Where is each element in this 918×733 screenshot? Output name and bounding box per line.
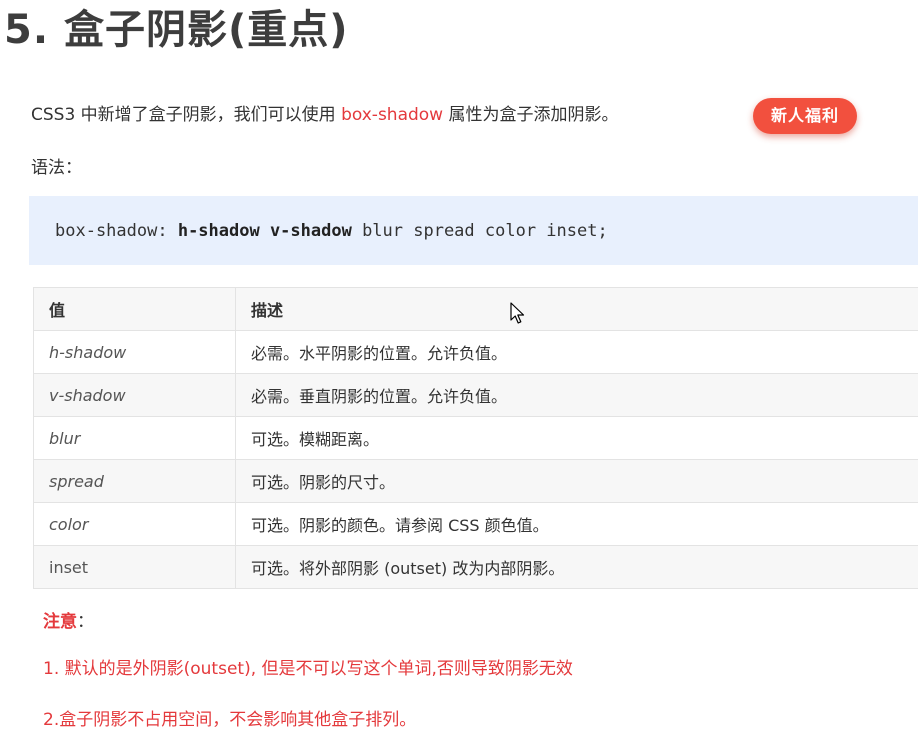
note-label-text: 注意 — [43, 612, 77, 632]
table-row: v-shadow 必需。垂直阴影的位置。允许负值。 — [33, 373, 918, 417]
row-description: 必需。水平阴影的位置。允许负值。 — [235, 330, 918, 374]
table-row: color 可选。阴影的颜色。请参阅 CSS 颜色值。 — [33, 502, 918, 546]
code-line: box-shadow: h-shadow v-shadow blur sprea… — [55, 218, 608, 244]
row-description: 可选。模糊距离。 — [235, 416, 918, 460]
table-row: spread 可选。阴影的尺寸。 — [33, 459, 918, 503]
table-row: blur 可选。模糊距离。 — [33, 416, 918, 460]
intro-text-before: CSS3 中新增了盒子阴影，我们可以使用 — [31, 105, 342, 125]
note-item: 2.盒子阴影不占用空间，不会影响其他盒子排列。 — [43, 710, 417, 730]
row-value: color — [33, 502, 236, 546]
header-description: 描述 — [235, 287, 918, 331]
row-value: spread — [33, 459, 236, 503]
table-row: h-shadow 必需。水平阴影的位置。允许负值。 — [33, 330, 918, 374]
mouse-pointer-icon — [510, 302, 526, 330]
table-row: inset 可选。将外部阴影 (outset) 改为内部阴影。 — [33, 545, 918, 589]
row-value: blur — [33, 416, 236, 460]
page-title: 5. 盒子阴影(重点) — [4, 7, 349, 53]
intro-paragraph: CSS3 中新增了盒子阴影，我们可以使用 box-shadow 属性为盒子添加阴… — [31, 102, 619, 128]
table-header-row: 值 描述 — [33, 287, 918, 331]
note-label-colon: ： — [77, 612, 94, 632]
note-item: 1. 默认的是外阴影(outset), 但是不可以写这个单词,否则导致阴影无效 — [43, 659, 573, 679]
intro-text-after: 属性为盒子添加阴影。 — [443, 105, 619, 125]
note-label: 注意： — [43, 609, 94, 635]
code-bold-params: h-shadow v-shadow — [177, 221, 352, 241]
new-user-welfare-button[interactable]: 新人福利 — [753, 98, 857, 134]
code-block: box-shadow: h-shadow v-shadow blur sprea… — [29, 196, 918, 265]
intro-keyword: box-shadow — [341, 105, 444, 125]
code-suffix: blur spread color inset; — [351, 221, 608, 241]
row-description: 可选。阴影的尺寸。 — [235, 459, 918, 503]
row-value: inset — [33, 545, 236, 589]
row-value: v-shadow — [33, 373, 236, 417]
code-prefix: box-shadow: — [55, 221, 178, 241]
row-description: 可选。将外部阴影 (outset) 改为内部阴影。 — [235, 545, 918, 589]
row-value: h-shadow — [33, 330, 236, 374]
properties-table: 值 描述 h-shadow 必需。水平阴影的位置。允许负值。 v-shadow … — [33, 287, 918, 589]
row-description: 必需。垂直阴影的位置。允许负值。 — [235, 373, 918, 417]
row-description: 可选。阴影的颜色。请参阅 CSS 颜色值。 — [235, 502, 918, 546]
syntax-label: 语法： — [31, 158, 82, 178]
header-value: 值 — [33, 287, 236, 331]
